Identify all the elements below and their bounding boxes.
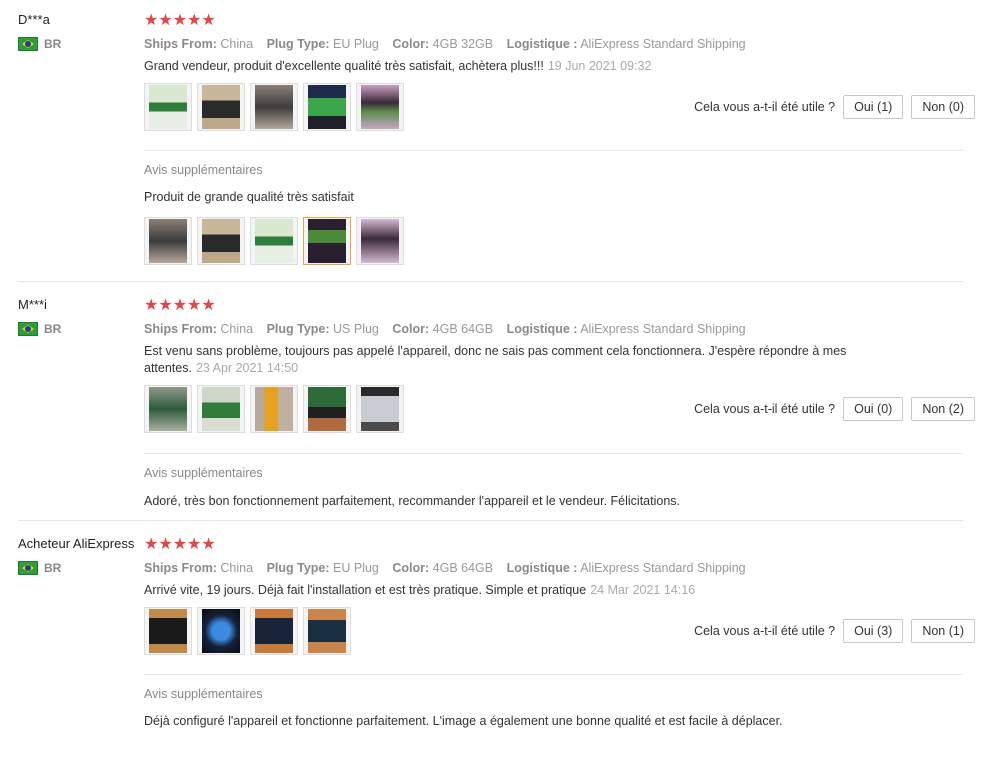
review-text: Arrivé vite, 19 jours. Déjà fait l'insta… (144, 582, 869, 599)
helpful-question: Cela vous a-t-il été utile ? (694, 100, 836, 114)
plug-type-value: EU Plug (333, 561, 379, 575)
plug-type-value: EU Plug (333, 37, 379, 51)
plug-type-label: Plug Type: (266, 37, 330, 51)
additional-review-text: Déjà configuré l'appareil et fonctionne … (144, 714, 783, 728)
additional-review-title: Avis supplémentaires (144, 466, 263, 480)
ships-from-value: China (220, 322, 254, 336)
helpful-widget: Cela vous a-t-il été utile ? Oui (0) Non… (694, 397, 975, 421)
helpful-yes-button[interactable]: Oui (0) (843, 397, 904, 421)
helpful-no-button[interactable]: Non (0) (911, 95, 975, 119)
helpful-question: Cela vous a-t-il été utile ? (694, 402, 836, 416)
logistics-label: Logistique : (506, 322, 578, 336)
reviewer-info: M***i BR (18, 297, 143, 336)
review-photo[interactable] (144, 607, 192, 655)
color-label: Color: (392, 37, 430, 51)
additional-review-title: Avis supplémentaires (144, 163, 263, 177)
plug-type-label: Plug Type: (266, 561, 330, 575)
reviewer-name: D***a (18, 12, 50, 27)
helpful-yes-button[interactable]: Oui (3) (843, 619, 904, 643)
brazil-flag-icon (18, 322, 38, 336)
review-text: Grand vendeur, produit d'excellente qual… (144, 58, 869, 75)
review-meta: Ships From: China Plug Type: EU Plug Col… (144, 560, 964, 576)
reviews-list: D***a BR ★★★★★ Ships From: China Plug Ty… (0, 0, 981, 758)
review-photo[interactable] (250, 217, 298, 265)
reviewer-country: BR (18, 322, 143, 336)
review-body: Arrivé vite, 19 jours. Déjà fait l'insta… (144, 583, 587, 597)
review-photo[interactable] (303, 607, 351, 655)
review-photo[interactable] (356, 83, 404, 131)
reviewer-name: M***i (18, 297, 47, 312)
country-code: BR (44, 561, 62, 575)
country-code: BR (44, 322, 62, 336)
review-meta: Ships From: China Plug Type: EU Plug Col… (144, 36, 964, 52)
review-photo[interactable] (250, 83, 298, 131)
ships-from-label: Ships From: (144, 561, 217, 575)
color-value: 4GB 32GB (432, 37, 494, 51)
logistics-label: Logistique : (506, 37, 578, 51)
review-photo[interactable] (250, 607, 298, 655)
divider (144, 150, 964, 151)
additional-review-text: Produit de grande qualité très satisfait (144, 190, 354, 204)
divider (144, 453, 964, 454)
reviewer-country: BR (18, 37, 143, 51)
review-meta: Ships From: China Plug Type: US Plug Col… (144, 321, 964, 337)
color-label: Color: (392, 322, 430, 336)
logistics-value: AliExpress Standard Shipping (580, 322, 746, 336)
review-date: 23 Apr 2021 14:50 (195, 361, 299, 375)
country-code: BR (44, 37, 62, 51)
review-photo[interactable] (356, 385, 404, 433)
brazil-flag-icon (18, 561, 38, 575)
divider (144, 674, 964, 675)
logistics-value: AliExpress Standard Shipping (580, 37, 746, 51)
helpful-yes-button[interactable]: Oui (1) (843, 95, 904, 119)
review-photo[interactable] (303, 385, 351, 433)
review-body: Grand vendeur, produit d'excellente qual… (144, 59, 544, 73)
review-photo[interactable] (356, 217, 404, 265)
review-photo[interactable] (144, 385, 192, 433)
plug-type-value: US Plug (333, 322, 379, 336)
reviewer-name: Acheteur AliExpress (18, 536, 135, 551)
reviewer-info: Acheteur AliExpress BR (18, 536, 143, 575)
color-label: Color: (392, 561, 430, 575)
review-photo-selected[interactable] (303, 217, 351, 265)
review-photo[interactable] (144, 83, 192, 131)
ships-from-label: Ships From: (144, 37, 217, 51)
logistics-label: Logistique : (506, 561, 578, 575)
helpful-no-button[interactable]: Non (2) (911, 397, 975, 421)
plug-type-label: Plug Type: (266, 322, 330, 336)
additional-review-text: Adoré, très bon fonctionnement parfaitem… (144, 494, 681, 508)
review-photo[interactable] (250, 385, 298, 433)
review-date: 19 Jun 2021 09:32 (547, 59, 652, 73)
helpful-widget: Cela vous a-t-il été utile ? Oui (3) Non… (694, 619, 975, 643)
reviewer-info: D***a BR (18, 12, 143, 51)
star-rating: ★★★★★ (144, 297, 216, 314)
helpful-widget: Cela vous a-t-il été utile ? Oui (1) Non… (694, 95, 975, 119)
ships-from-value: China (220, 37, 254, 51)
star-rating: ★★★★★ (144, 536, 216, 553)
review-separator (18, 520, 963, 521)
ships-from-value: China (220, 561, 254, 575)
review-date: 24 Mar 2021 14:16 (590, 583, 696, 597)
ships-from-label: Ships From: (144, 322, 217, 336)
review-photo[interactable] (197, 217, 245, 265)
logistics-value: AliExpress Standard Shipping (580, 561, 746, 575)
review-photo[interactable] (144, 217, 192, 265)
review-photo[interactable] (197, 607, 245, 655)
review-photo[interactable] (303, 83, 351, 131)
helpful-question: Cela vous a-t-il été utile ? (694, 624, 836, 638)
review-photo[interactable] (197, 83, 245, 131)
additional-review-title: Avis supplémentaires (144, 687, 263, 701)
helpful-no-button[interactable]: Non (1) (911, 619, 975, 643)
review-separator (18, 281, 963, 282)
brazil-flag-icon (18, 37, 38, 51)
review-text: Est venu sans problème, toujours pas app… (144, 343, 869, 377)
star-rating: ★★★★★ (144, 12, 216, 29)
reviewer-country: BR (18, 561, 143, 575)
color-value: 4GB 64GB (432, 561, 494, 575)
color-value: 4GB 64GB (432, 322, 494, 336)
review-photo[interactable] (197, 385, 245, 433)
additional-review-photos (144, 217, 404, 265)
